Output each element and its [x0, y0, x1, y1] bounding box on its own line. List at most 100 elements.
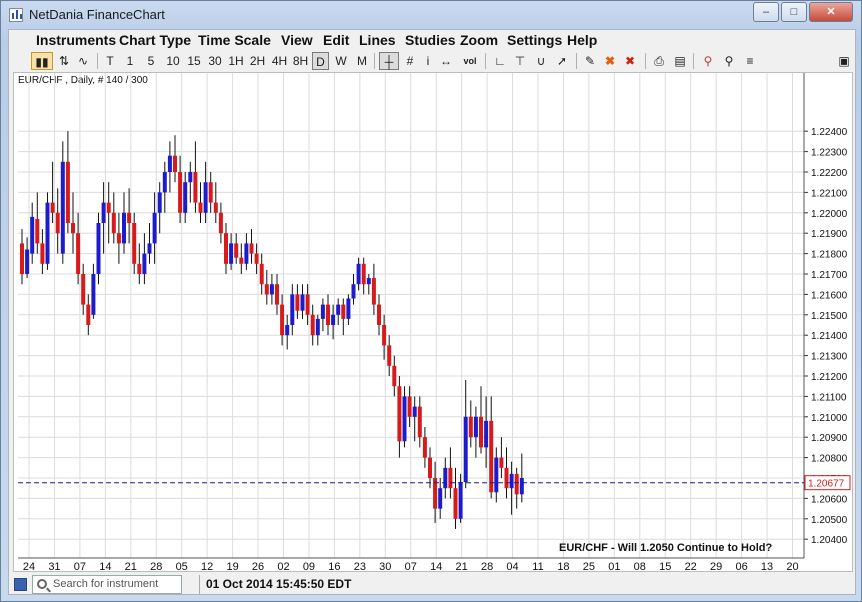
candle-body — [361, 263, 366, 285]
candle-body — [81, 274, 86, 305]
scroll-horizontal-icon[interactable]: ↔ — [438, 52, 454, 70]
date-tick-label: 21 — [125, 561, 137, 571]
candle-body — [249, 243, 254, 254]
timescale-1h[interactable]: 1H — [227, 52, 245, 70]
candle-body — [269, 284, 274, 295]
candle-body — [101, 202, 106, 223]
candle-body — [178, 172, 183, 213]
close-button[interactable]: ✕ — [809, 2, 853, 22]
timescale-30[interactable]: 30 — [206, 52, 224, 70]
candle-body — [264, 284, 269, 295]
timescale-15[interactable]: 15 — [185, 52, 203, 70]
candle-body — [407, 396, 412, 417]
delete-line-icon[interactable]: ✖ — [602, 52, 618, 70]
menu-time-scale[interactable]: Time Scale — [198, 32, 271, 48]
maximize-button[interactable]: □ — [781, 2, 807, 22]
candle-body — [259, 263, 264, 285]
settings-panel-icon[interactable]: ▣ — [835, 52, 853, 70]
zoom-reset-icon[interactable]: ≡ — [741, 52, 759, 70]
candle-body — [106, 202, 111, 213]
candle-body — [448, 467, 453, 489]
timescale-5[interactable]: 5 — [144, 52, 158, 70]
pencil-icon[interactable]: ✎ — [581, 52, 599, 70]
line-chart-icon[interactable]: ∿ — [74, 52, 92, 70]
zoom-in-icon[interactable]: ⚲ — [699, 52, 717, 70]
price-tick-label: 1.22300 — [811, 148, 848, 159]
timescale-monthly[interactable]: M — [354, 52, 370, 70]
timescale-tick[interactable]: T — [103, 52, 117, 70]
candle-body — [443, 467, 448, 489]
timescale-1[interactable]: 1 — [123, 52, 137, 70]
timescale-8h[interactable]: 8H — [291, 52, 310, 70]
connection-status-icon — [14, 578, 27, 591]
price-tick-label: 1.21700 — [811, 270, 848, 281]
trend-line-icon[interactable]: ∟ — [491, 52, 509, 70]
price-tick-label: 1.20900 — [811, 433, 848, 444]
date-tick-label: 09 — [303, 561, 315, 571]
print-preview-icon[interactable]: ▤ — [671, 52, 689, 70]
candle-body — [20, 243, 24, 274]
candle-body — [453, 488, 458, 519]
candle-body — [183, 182, 188, 213]
menu-studies[interactable]: Studies — [405, 32, 456, 48]
candle-body — [116, 233, 121, 244]
search-icon — [37, 579, 47, 589]
delete-all-icon[interactable]: ✖ — [621, 52, 639, 70]
candle-body — [514, 473, 519, 495]
zoom-out-icon[interactable]: ⚲ — [720, 52, 738, 70]
timescale-daily[interactable]: D — [312, 52, 329, 70]
candle-body — [111, 212, 116, 234]
candle-body — [326, 304, 330, 325]
candle-body — [489, 420, 494, 493]
menu-lines[interactable]: Lines — [359, 32, 396, 48]
price-tick-label: 1.21300 — [811, 352, 848, 363]
date-tick-label: 29 — [710, 561, 722, 571]
horizontal-line-icon[interactable]: ⊤ — [511, 52, 529, 70]
menu-zoom[interactable]: Zoom — [460, 32, 498, 48]
candlestick-chart-icon[interactable]: ▮▮ — [31, 52, 53, 70]
price-tick-label: 1.21900 — [811, 229, 848, 240]
minimize-button[interactable]: – — [753, 2, 779, 22]
candle-body — [494, 457, 499, 493]
info-icon[interactable]: i — [422, 52, 434, 70]
menu-help[interactable]: Help — [567, 32, 597, 48]
crosshair-icon[interactable]: ┼ — [379, 52, 399, 70]
date-tick-label: 28 — [481, 561, 493, 571]
candle-body — [438, 488, 443, 509]
pointer-arrow-icon[interactable]: ➚ — [553, 52, 571, 70]
ohlc-bar-icon[interactable]: ⇅ — [56, 52, 72, 70]
chart-panel[interactable]: EUR/CHF , Daily, # 140 / 300 24 31 07 14 21 2… — [13, 72, 853, 572]
candle-body — [229, 243, 234, 264]
price-chart[interactable]: 24 31 07 14 21 28 05 12 19 26 02 09 16 23 30 07 14 21 28 04… — [14, 73, 852, 571]
candle-body — [40, 243, 45, 264]
date-tick-label: 26 — [252, 561, 264, 571]
candle-body — [463, 416, 468, 483]
menu-chart-type[interactable]: Chart Type — [119, 32, 191, 48]
timescale-10[interactable]: 10 — [164, 52, 182, 70]
timescale-2h[interactable]: 2H — [248, 52, 267, 70]
instrument-search-input[interactable]: Search for instrument — [32, 575, 182, 594]
candle-body — [25, 249, 30, 274]
candle-body — [224, 233, 228, 264]
price-tick-label: 1.21100 — [811, 392, 847, 403]
candle-body — [320, 304, 325, 319]
menu-instruments[interactable]: Instruments — [36, 32, 116, 48]
candle-body — [402, 396, 407, 442]
print-icon[interactable]: ⎙ — [650, 52, 668, 70]
candle-body — [50, 202, 55, 213]
current-price-label: 1.20677 — [808, 479, 845, 490]
channel-line-icon[interactable]: ∪ — [532, 52, 550, 70]
candle-body — [254, 253, 259, 264]
grid-icon[interactable]: # — [402, 52, 418, 70]
price-tick-label: 1.21600 — [811, 290, 848, 301]
volume-icon[interactable]: vol — [460, 52, 480, 70]
timescale-4h[interactable]: 4H — [270, 52, 289, 70]
candle-body — [315, 318, 320, 336]
menu-settings[interactable]: Settings — [507, 32, 562, 48]
menu-view[interactable]: View — [281, 32, 313, 48]
candle-body — [45, 202, 50, 264]
candle-body — [412, 406, 417, 417]
timescale-weekly[interactable]: W — [333, 52, 349, 70]
menu-edit[interactable]: Edit — [323, 32, 349, 48]
date-tick-label: 25 — [583, 561, 595, 571]
